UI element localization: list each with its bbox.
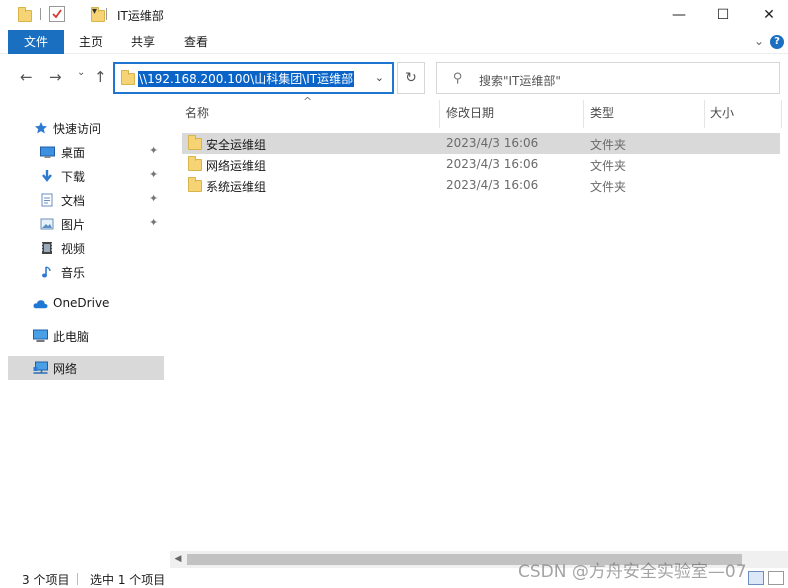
address-text[interactable]: \\192.168.200.100\山科集团\IT运维部 [138,71,355,87]
tab-file[interactable]: 文件 [8,30,64,54]
status-bar: 3 个项目 选中 1 个项目 CSDN @方舟安全实验室—07 [0,562,788,588]
tab-home[interactable]: 主页 [70,30,112,54]
address-dropdown-button[interactable]: ⌄ [375,71,384,84]
music-icon [42,266,51,278]
picture-icon [40,218,54,230]
desktop-icon [40,146,55,158]
search-input[interactable]: ⚲ 搜索"IT运维部" [436,62,780,94]
sidebar-item-documents[interactable]: 文档 ✦ [8,188,164,212]
sidebar-item-this-pc[interactable]: 此电脑 [8,324,164,348]
title-bar: ▾ IT运维部 — ☐ ✕ [0,0,788,30]
pin-icon: ✦ [149,144,159,157]
network-icon [33,361,48,374]
file-name: 网络运维组 [206,159,267,173]
search-placeholder: 搜索"IT运维部" [479,74,561,88]
video-icon [42,242,52,254]
folder-icon [121,70,135,85]
file-type: 文件夹 [590,138,627,152]
sidebar-item-label: 快速访问 [53,122,102,136]
file-name: 安全运维组 [206,138,267,152]
navigation-pane: 快速访问 桌面 ✦ 下载 ✦ 文档 ✦ 图片 ✦ 视频 音乐 OneDrive … [0,100,170,560]
folder-icon [188,135,202,150]
sidebar-item-label: 此电脑 [53,330,90,344]
file-row[interactable]: 安全运维组 2023/4/3 16:06 文件夹 [182,133,780,154]
selected-count: 选中 1 个项目 [90,573,166,587]
sidebar-item-label: 桌面 [61,146,86,160]
sidebar-item-desktop[interactable]: 桌面 ✦ [8,140,164,164]
file-date-modified: 2023/4/3 16:06 [446,178,539,192]
file-type: 文件夹 [590,180,627,194]
sidebar-item-label: 文档 [61,194,86,208]
properties-icon[interactable] [49,6,65,22]
sidebar-item-label: 视频 [61,242,86,256]
tab-view[interactable]: 查看 [175,30,217,54]
download-icon [42,170,52,182]
pin-icon: ✦ [149,192,159,205]
item-count: 3 个项目 [22,573,70,587]
up-button[interactable]: ↑ [94,68,107,86]
sidebar-item-label: 网络 [53,362,78,376]
sidebar-item-network[interactable]: 网络 [8,356,164,380]
scroll-left-button[interactable]: ◀ [170,551,186,568]
document-icon [41,193,53,207]
sidebar-item-videos[interactable]: 视频 [8,236,164,260]
close-button[interactable]: ✕ [746,0,788,30]
watermark: CSDN @方舟安全实验室—07 [518,562,747,582]
address-bar[interactable]: \\192.168.200.100\山科集团\IT运维部 ⌄ [113,62,394,94]
file-row[interactable]: 系统运维组 2023/4/3 16:06 文件夹 [182,175,780,196]
pin-icon: ✦ [149,216,159,229]
folder-icon [18,7,32,22]
back-button[interactable]: ← [20,68,33,86]
sidebar-item-pictures[interactable]: 图片 ✦ [8,212,164,236]
large-icons-view-button[interactable] [768,571,784,585]
computer-icon [33,329,48,342]
customize-toolbar-icon[interactable]: ▾ [92,6,97,17]
separator [106,8,107,20]
file-row[interactable]: 网络运维组 2023/4/3 16:06 文件夹 [182,154,780,175]
sidebar-item-quick-access[interactable]: 快速访问 [8,116,164,140]
window-title: IT运维部 [117,9,164,23]
column-header-name[interactable]: 名称 [177,98,439,128]
sidebar-item-label: 音乐 [61,266,86,280]
folder-icon [188,156,202,171]
star-icon [35,122,47,134]
help-icon[interactable]: ? [770,35,784,49]
search-icon: ⚲ [453,71,463,86]
cloud-icon [33,300,48,309]
file-type: 文件夹 [590,159,627,173]
navigation-bar: ← → ⌄ ↑ \\192.168.200.100\山科集团\IT运维部 ⌄ ↻… [0,58,788,98]
column-header-type[interactable]: 类型 [582,98,704,128]
separator [40,8,41,20]
file-name: 系统运维组 [206,180,267,194]
refresh-button[interactable]: ↻ [397,62,425,94]
column-separator[interactable] [781,100,782,128]
file-date-modified: 2023/4/3 16:06 [446,136,539,150]
column-header-date-modified[interactable]: 修改日期 [438,98,583,128]
recent-locations-button[interactable]: ⌄ [77,67,85,78]
sidebar-item-downloads[interactable]: 下载 ✦ [8,164,164,188]
separator [77,573,78,585]
sidebar-item-music[interactable]: 音乐 [8,260,164,284]
expand-ribbon-icon[interactable]: ⌄ [754,34,764,48]
column-headers: ^ 名称 修改日期 类型 大小 [170,95,788,128]
maximize-button[interactable]: ☐ [700,0,746,30]
file-date-modified: 2023/4/3 16:06 [446,157,539,171]
minimize-button[interactable]: — [656,0,702,30]
sidebar-item-onedrive[interactable]: OneDrive [8,292,164,316]
sidebar-item-label: 下载 [61,170,86,184]
sidebar-item-label: OneDrive [53,296,110,310]
pin-icon: ✦ [149,168,159,181]
tab-share[interactable]: 共享 [122,30,164,54]
folder-icon [188,177,202,192]
sidebar-item-label: 图片 [61,218,86,232]
column-header-size[interactable]: 大小 [702,98,782,128]
forward-button[interactable]: → [49,68,62,86]
details-view-button[interactable] [748,571,764,585]
ribbon: 文件 主页 共享 查看 ⌄ ? [0,30,788,54]
